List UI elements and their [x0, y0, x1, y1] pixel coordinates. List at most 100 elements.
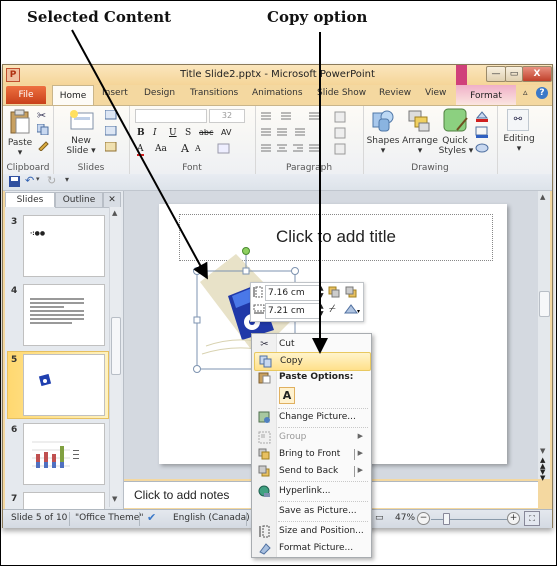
- menu-item-hyperlink[interactable]: Hyperlink...: [254, 483, 369, 500]
- editing-dropdown-icon[interactable]: ▾: [497, 144, 541, 154]
- spell-check-icon[interactable]: ✔: [147, 511, 156, 524]
- copy-icon[interactable]: [37, 124, 49, 135]
- tab-transitions[interactable]: Transitions: [190, 88, 238, 98]
- slide-vertical-scrollbar[interactable]: ▲ ▼ ▲ ▲ ▼ ▼: [538, 191, 550, 482]
- quick-styles-icon[interactable]: [443, 108, 469, 134]
- tab-file[interactable]: File: [6, 86, 46, 104]
- slide-thumbnail-7[interactable]: [23, 492, 105, 510]
- shape-effects-icon[interactable]: [475, 142, 489, 154]
- slideshow-view-icon[interactable]: ▭: [375, 513, 384, 523]
- close-pane-button[interactable]: ✕: [103, 192, 121, 208]
- new-slide-button[interactable]: Slide ▾: [61, 146, 101, 156]
- font-color-button[interactable]: A: [137, 144, 144, 156]
- section-icon[interactable]: [105, 142, 119, 152]
- tab-format[interactable]: Format: [456, 85, 516, 105]
- restore-button[interactable]: ▭: [505, 66, 523, 82]
- zoom-slider-thumb[interactable]: [443, 513, 450, 525]
- new-slide-icon[interactable]: [69, 109, 95, 131]
- menu-item-paste-keep-text[interactable]: A: [254, 386, 369, 406]
- new-slide-label[interactable]: New: [63, 136, 99, 146]
- paragraph-buttons-icon[interactable]: [259, 110, 359, 158]
- menu-item-save-as-picture[interactable]: Save as Picture...: [254, 503, 369, 520]
- shape-outline-icon[interactable]: [475, 126, 489, 138]
- slide-thumbnail-6[interactable]: [23, 423, 105, 485]
- rotation-handle[interactable]: [242, 247, 250, 255]
- clear-formatting-icon[interactable]: [217, 143, 231, 155]
- resize-handle-top-left[interactable]: [193, 267, 201, 275]
- menu-item-send-to-back[interactable]: Send to Back ▶: [254, 463, 369, 480]
- crop-icon[interactable]: ⌿: [329, 302, 336, 316]
- scroll-up-arrow-icon[interactable]: ▲: [112, 209, 117, 217]
- width-spinner[interactable]: ▲ ▼: [319, 303, 324, 317]
- shape-fill-icon[interactable]: [475, 110, 489, 122]
- change-case-button[interactable]: Aa: [155, 144, 167, 154]
- menu-item-change-picture[interactable]: Change Picture...: [254, 409, 369, 426]
- menu-item-format-picture[interactable]: Format Picture...: [254, 540, 369, 557]
- tab-animations[interactable]: Animations: [252, 88, 303, 98]
- zoom-in-button[interactable]: +: [507, 512, 520, 525]
- scroll-down-arrow-icon[interactable]: ▼: [112, 495, 117, 503]
- height-spinner[interactable]: ▲ ▼: [319, 285, 324, 299]
- undo-icon[interactable]: ↶: [25, 174, 34, 187]
- bring-forward-icon[interactable]: [328, 286, 341, 298]
- scroll-up-arrow-icon[interactable]: ▲: [540, 193, 545, 201]
- submenu-arrow-icon[interactable]: ▶: [358, 466, 363, 474]
- find-icon[interactable]: ⚯: [507, 109, 529, 131]
- slide-thumbnail-4[interactable]: [23, 284, 105, 346]
- shape-width-input[interactable]: 7.21 cm: [265, 303, 321, 319]
- quick-styles-button[interactable]: Styles ▾: [437, 146, 475, 156]
- tab-insert[interactable]: Insert: [102, 88, 128, 98]
- character-spacing-button[interactable]: AV: [221, 128, 231, 137]
- submenu-arrow-icon[interactable]: ▶: [358, 449, 363, 457]
- help-icon[interactable]: ?: [536, 87, 548, 99]
- cut-icon[interactable]: ✂: [37, 109, 46, 122]
- format-painter-icon[interactable]: [37, 139, 49, 151]
- tab-slide-show[interactable]: Slide Show: [317, 88, 366, 98]
- shapes-icon[interactable]: [371, 109, 395, 133]
- minimize-ribbon-icon[interactable]: ▵: [523, 88, 528, 98]
- language-indicator[interactable]: English (Canada): [173, 513, 250, 523]
- zoom-out-button[interactable]: −: [417, 512, 430, 525]
- tab-outline[interactable]: Outline: [55, 192, 103, 208]
- menu-item-group[interactable]: Group ▶: [254, 429, 369, 446]
- reset-icon[interactable]: [105, 126, 117, 136]
- font-size-box[interactable]: 32: [209, 109, 245, 123]
- tab-home[interactable]: Home: [52, 85, 94, 106]
- resize-handle-bottom-left[interactable]: [193, 365, 201, 373]
- send-backward-icon[interactable]: [345, 286, 358, 298]
- shadow-button[interactable]: S: [185, 128, 191, 138]
- minimize-button[interactable]: —: [486, 66, 506, 82]
- tab-design[interactable]: Design: [144, 88, 175, 98]
- menu-item-bring-to-front[interactable]: Bring to Front ▶: [254, 446, 369, 463]
- paste-keep-text-icon[interactable]: A: [279, 387, 295, 404]
- arrange-button[interactable]: Arrange: [401, 136, 439, 146]
- next-slide-icon[interactable]: ▼ ▼: [540, 469, 545, 482]
- slide-thumbnail-5[interactable]: [23, 354, 105, 416]
- font-name-box[interactable]: [135, 109, 207, 123]
- scroll-down-arrow-icon[interactable]: ▼: [540, 447, 545, 455]
- menu-item-cut[interactable]: ✂ Cut: [254, 336, 369, 353]
- shape-height-input[interactable]: 7.16 cm: [265, 285, 321, 301]
- resize-handle-top[interactable]: [242, 267, 250, 275]
- resize-handle-top-right[interactable]: [291, 267, 299, 275]
- tab-slides[interactable]: Slides: [5, 192, 55, 207]
- grow-font-button[interactable]: A: [181, 142, 189, 155]
- shrink-font-button[interactable]: A: [195, 144, 201, 153]
- arrange-icon[interactable]: [407, 109, 431, 133]
- paste-button[interactable]: Paste: [7, 138, 33, 148]
- tab-review[interactable]: Review: [379, 88, 411, 98]
- paste-icon[interactable]: [9, 109, 31, 135]
- customize-qat-icon[interactable]: ▾: [65, 175, 69, 184]
- bold-button[interactable]: B: [137, 128, 145, 138]
- underline-button[interactable]: U: [169, 128, 177, 138]
- zoom-level[interactable]: 47%: [395, 513, 415, 523]
- arrange-dropdown-icon[interactable]: ▾: [401, 146, 439, 156]
- picture-styles-icon[interactable]: ▾: [343, 303, 361, 315]
- italic-button[interactable]: I: [153, 128, 157, 138]
- fit-to-window-icon[interactable]: ⛶: [524, 511, 540, 526]
- shapes-button[interactable]: Shapes: [365, 136, 401, 146]
- scroll-thumb[interactable]: [111, 317, 121, 375]
- close-button[interactable]: X: [522, 66, 552, 82]
- slides-pane-scrollbar[interactable]: ▲ ▼: [109, 207, 121, 507]
- editing-button[interactable]: Editing: [497, 134, 541, 144]
